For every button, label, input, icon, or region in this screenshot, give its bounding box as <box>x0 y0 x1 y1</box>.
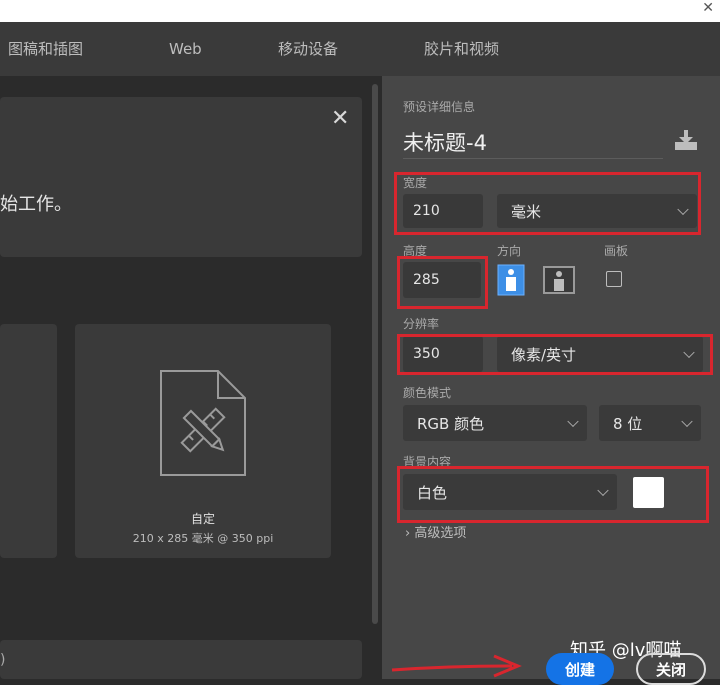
custom-document-icon <box>160 370 246 476</box>
artboard-label: 画板 <box>604 244 629 258</box>
tab-film-video[interactable]: 胶片和视频 <box>424 22 499 76</box>
search-bar-fragment: ) <box>0 652 6 668</box>
preset-card[interactable] <box>0 324 57 558</box>
close-banner-icon[interactable]: ✕ <box>331 106 349 131</box>
highlight-box-width <box>394 172 701 235</box>
annotation-arrow <box>391 654 522 678</box>
chevron-down-icon <box>681 415 693 428</box>
chevron-down-icon <box>567 415 579 428</box>
banner-message: 始工作。 <box>0 194 72 215</box>
save-preset-icon[interactable] <box>674 129 698 151</box>
highlight-box-resolution <box>397 334 713 375</box>
orientation-label: 方向 <box>497 244 522 258</box>
preset-details-label: 预设详细信息 <box>403 100 476 114</box>
color-mode-value: RGB 颜色 <box>417 414 485 433</box>
color-mode-select[interactable]: RGB 颜色 <box>403 405 587 441</box>
color-mode-label: 颜色模式 <box>403 386 452 400</box>
bit-depth-select[interactable]: 8 位 <box>599 405 701 441</box>
advanced-options-toggle[interactable]: › 高级选项 <box>405 522 466 541</box>
window-close-icon[interactable]: ✕ <box>702 0 714 16</box>
document-name-underline <box>403 158 663 159</box>
landscape-orientation-icon[interactable] <box>543 266 575 294</box>
tab-web[interactable]: Web <box>169 22 202 76</box>
getting-started-banner <box>0 97 362 257</box>
close-button[interactable]: 关闭 <box>636 653 706 685</box>
bit-depth-value: 8 位 <box>613 414 643 433</box>
search-bar[interactable] <box>0 640 362 679</box>
preset-category-tabbar <box>0 22 720 76</box>
resolution-label: 分辨率 <box>403 317 440 331</box>
artboard-checkbox[interactable] <box>606 271 622 287</box>
highlight-box-height <box>397 256 488 309</box>
document-name-input[interactable]: 未标题-4 <box>403 127 487 157</box>
title-strip <box>0 0 720 22</box>
portrait-orientation-icon[interactable] <box>497 264 525 296</box>
tab-art-illustration[interactable]: 图稿和插图 <box>8 22 83 76</box>
advanced-options-label: 高级选项 <box>414 526 467 541</box>
preset-details-panel <box>382 76 720 679</box>
tab-mobile[interactable]: 移动设备 <box>278 22 338 76</box>
custom-preset-title: 自定 <box>190 512 215 526</box>
highlight-box-background <box>397 466 709 523</box>
custom-preset-subtitle: 210 x 285 毫米 @ 350 ppi <box>132 532 274 545</box>
presets-scrollbar[interactable] <box>372 84 378 624</box>
create-button[interactable]: 创建 <box>546 653 614 685</box>
